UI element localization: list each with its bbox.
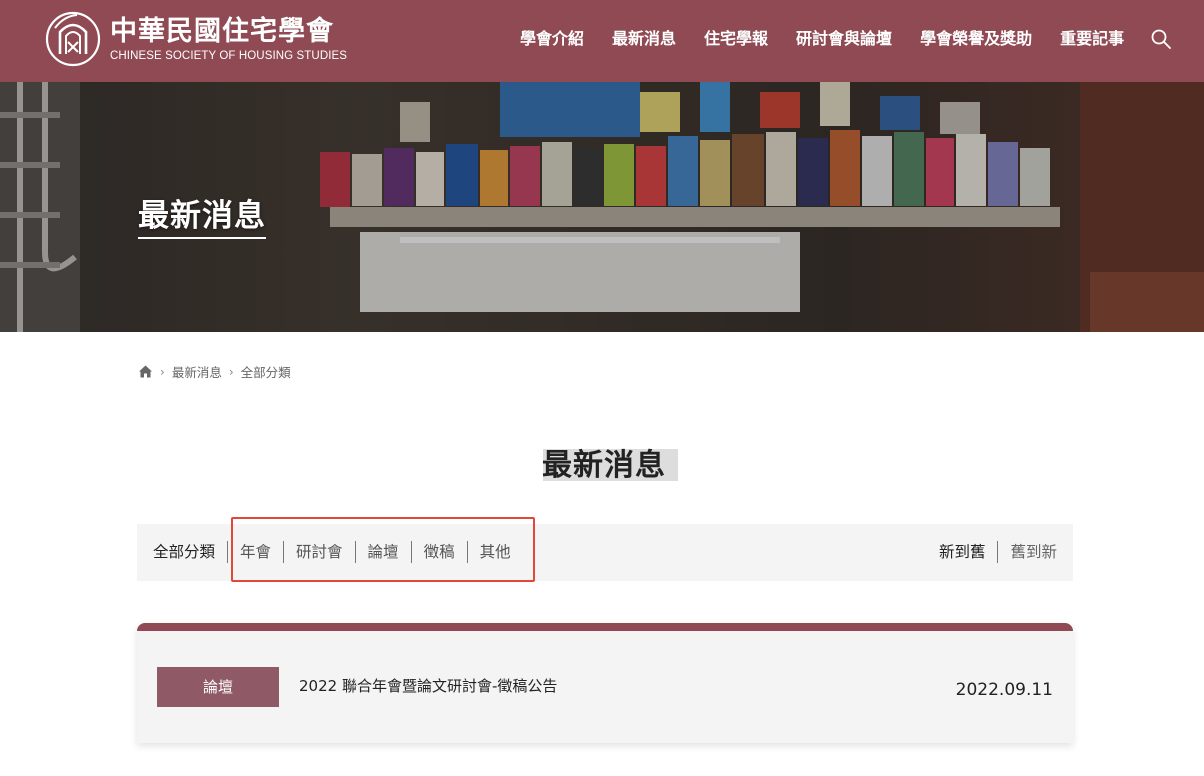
banner-title: 最新消息 [138, 190, 266, 239]
logo-english-name: CHINESE SOCIETY OF HOUSING STUDIES [110, 49, 348, 62]
home-icon[interactable] [138, 364, 153, 379]
site-logo[interactable]: 中華民國住宅學會 CHINESE SOCIETY OF HOUSING STUD… [44, 10, 347, 68]
chevron-right-icon: › [228, 364, 234, 379]
breadcrumb-all-categories[interactable]: 全部分類 [241, 362, 291, 381]
nav-item-milestones[interactable]: 重要記事 [1060, 28, 1124, 50]
nav-item-journal[interactable]: 住宅學報 [704, 28, 768, 50]
sort-options: 新到舊 舊到新 [927, 541, 1057, 563]
page-title: 最新消息 [542, 440, 666, 484]
site-header: 中華民國住宅學會 CHINESE SOCIETY OF HOUSING STUD… [0, 0, 1204, 82]
logo-text: 中華民國住宅學會 CHINESE SOCIETY OF HOUSING STUD… [110, 16, 347, 63]
nav-item-news[interactable]: 最新消息 [612, 28, 676, 50]
search-icon[interactable] [1150, 28, 1172, 50]
news-item[interactable]: 論壇 2022 聯合年會暨論文研討會-徵稿公告 2022.09.11 [137, 623, 1073, 743]
chevron-right-icon: › [160, 364, 165, 379]
sort-newest-first[interactable]: 新到舊 [927, 541, 999, 563]
breadcrumb: › 最新消息 › 全部分類 [138, 362, 291, 381]
nav-item-honors[interactable]: 學會榮譽及獎助 [920, 28, 1032, 50]
news-title[interactable]: 2022 聯合年會暨論文研討會-徵稿公告 [299, 675, 557, 696]
category-badge: 論壇 [157, 667, 279, 707]
society-emblem-icon [45, 11, 101, 67]
nav-item-conferences[interactable]: 研討會與論壇 [796, 28, 892, 50]
hero-banner: 最新消息 [0, 82, 1204, 332]
news-date: 2022.09.11 [955, 680, 1053, 700]
logo-chinese-name: 中華民國住宅學會 [110, 15, 334, 47]
filter-annotation-box [231, 517, 535, 582]
main-nav: 學會介紹 最新消息 住宅學報 研討會與論壇 學會榮譽及獎助 重要記事 [520, 28, 1152, 50]
filter-all[interactable]: 全部分類 [153, 541, 229, 563]
breadcrumb-news[interactable]: 最新消息 [172, 362, 222, 381]
nav-item-about[interactable]: 學會介紹 [520, 28, 584, 50]
sort-oldest-first[interactable]: 舊到新 [998, 541, 1057, 563]
